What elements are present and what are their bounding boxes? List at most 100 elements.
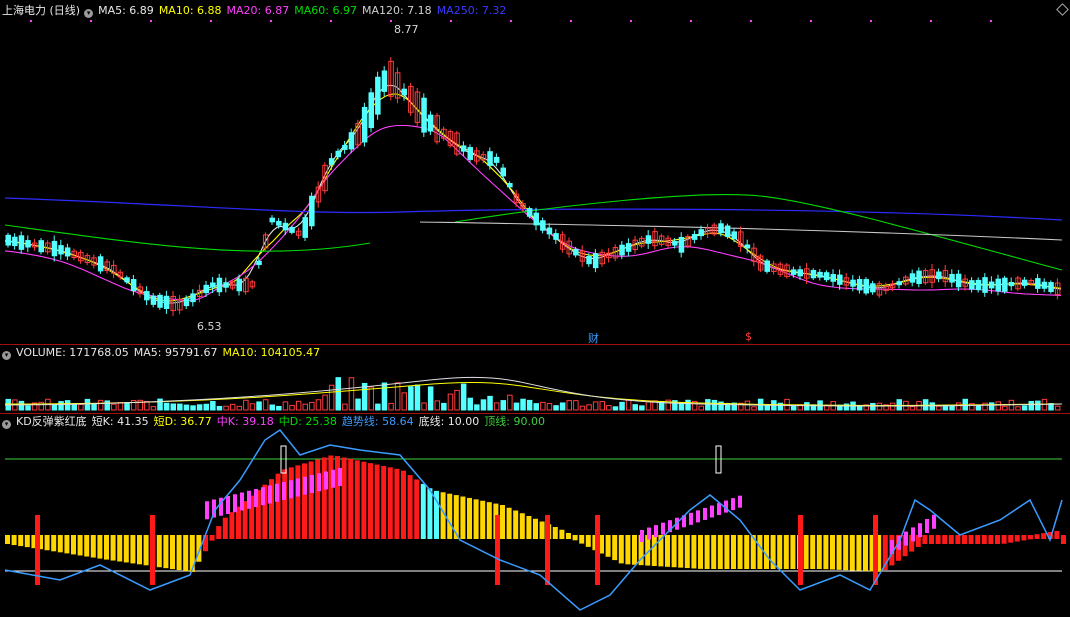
indicator-bar (737, 535, 743, 569)
mid-k-bar (710, 505, 714, 518)
indicator-bar (533, 518, 538, 539)
signal-dot (630, 20, 632, 22)
settings-dropdown-icon[interactable]: ▾ (84, 9, 94, 18)
candle-body (790, 269, 797, 275)
signal-dot (870, 20, 872, 22)
volume-bar (988, 402, 995, 411)
candle-body (936, 271, 942, 280)
candle-body (342, 144, 348, 150)
candle-body (401, 88, 407, 96)
candle-body (586, 255, 592, 265)
volume-bar (876, 402, 883, 411)
candle-body (592, 253, 599, 269)
indicator-bar (447, 493, 453, 539)
indicator-bar (5, 535, 10, 544)
candle-body (982, 277, 988, 293)
mid-k-bar (261, 487, 265, 506)
volume-bar (401, 392, 407, 411)
signal-dot (750, 20, 752, 22)
indicator-bar (988, 535, 994, 544)
candle-body (282, 222, 289, 231)
indicator-bar (156, 535, 162, 568)
mid-k-bar (925, 519, 929, 533)
volume-bar (698, 405, 704, 411)
candle-body (969, 280, 975, 290)
indicator-bar (717, 535, 723, 569)
indicator-dropdown-icon[interactable]: ▾ (2, 420, 11, 429)
volume-bar (586, 404, 592, 411)
indicator-bar (222, 517, 228, 539)
indicator-bar (559, 529, 565, 539)
candle-body (328, 158, 335, 165)
panel-divider[interactable] (0, 344, 1070, 345)
volume-bar (229, 403, 236, 411)
volume-bar (322, 394, 328, 411)
candle-body (18, 235, 25, 250)
indicator-bar (836, 535, 842, 570)
volume-bar (467, 397, 473, 411)
candle-body (955, 273, 962, 288)
stock-chart-canvas[interactable] (0, 0, 1070, 617)
volume-bar (507, 394, 513, 411)
indicator-bar (922, 535, 928, 544)
volume-bar (243, 399, 249, 411)
indicator-bar (368, 463, 373, 539)
volume-bar (104, 400, 110, 411)
candle-body (5, 234, 11, 246)
panel-divider[interactable] (0, 413, 1070, 414)
indicator-bar (513, 510, 519, 539)
volume-bar (487, 395, 493, 411)
candle-body (460, 145, 467, 152)
volume-bar (64, 400, 71, 411)
candle-body (553, 233, 559, 240)
candle-body (302, 217, 308, 238)
signal-dot (990, 20, 992, 22)
mid-k-bar (911, 527, 915, 542)
candle-body (289, 226, 295, 233)
indicator-bar (816, 535, 822, 569)
volume-bar (553, 405, 559, 411)
indicator-name[interactable]: KD反弹紫红底 (16, 415, 87, 428)
mid-k-bar (918, 523, 922, 538)
indicator-bar (104, 535, 109, 560)
candle-body (276, 220, 282, 226)
mid-k-bar (254, 489, 258, 507)
signal-spike (873, 515, 878, 585)
indicator-bar (843, 535, 849, 571)
volume-bar (929, 402, 935, 411)
volume-bar (71, 403, 77, 411)
indicator-bar (1054, 530, 1060, 539)
volume-bar (1035, 400, 1041, 411)
indicator-bar (665, 535, 670, 567)
indicator-bar (803, 535, 809, 569)
volume-bar (163, 402, 170, 411)
volume-bar (170, 403, 176, 411)
candle-body (467, 147, 473, 160)
indicator-bar (354, 460, 360, 539)
mid-k-bar (654, 525, 658, 538)
volume-value: VOLUME: 171768.05 (16, 346, 129, 359)
stock-name[interactable]: 上海电力 (日线) (2, 4, 80, 17)
volume-bar (262, 399, 269, 411)
volume-bar (559, 402, 566, 411)
indicator-bar (777, 535, 783, 569)
indicator-bar (467, 497, 472, 539)
volume-bar (427, 386, 434, 411)
indicator-bar (704, 535, 710, 569)
indicator-bar (632, 535, 637, 565)
indicator-bar (955, 535, 961, 544)
volume-bar (18, 400, 25, 411)
volume-bar (751, 406, 757, 411)
volume-dropdown-icon[interactable]: ▾ (2, 351, 11, 360)
candle-body (256, 260, 262, 266)
volume-bar (381, 382, 388, 411)
indicator-bar (18, 535, 24, 547)
ma60-value: MA60: 6.97 (294, 4, 357, 17)
price-panel (4, 20, 1063, 317)
dividend-event-marker[interactable]: $ (745, 330, 752, 343)
indicator-bar (183, 535, 189, 572)
mid-k-bar (331, 469, 335, 488)
volume-bar (606, 405, 612, 411)
indicator-bar (585, 535, 591, 547)
indicator-bar (321, 457, 327, 539)
